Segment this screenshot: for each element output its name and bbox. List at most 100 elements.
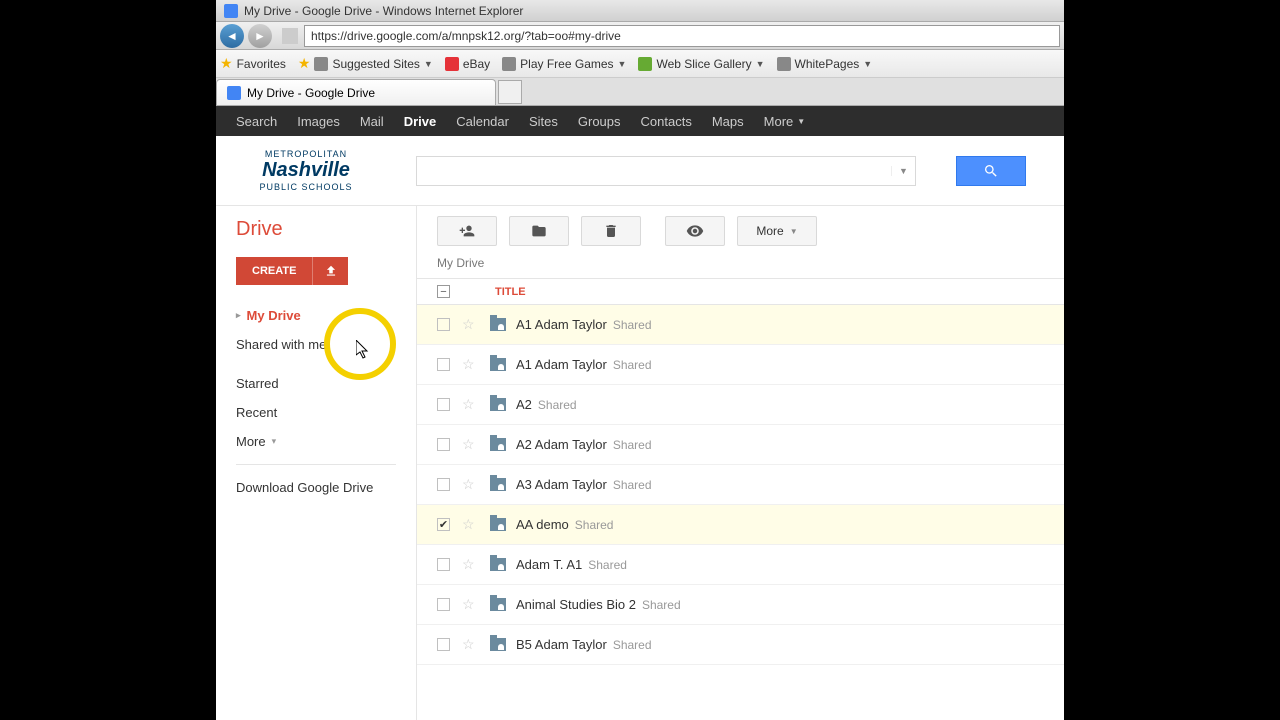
chevron-down-icon: ▼ [863,59,872,69]
chevron-down-icon: ▼ [797,117,805,126]
back-button[interactable]: ◄ [220,24,244,48]
url-field[interactable]: https://drive.google.com/a/mnpsk12.org/?… [304,25,1060,47]
shared-folder-icon [490,398,506,411]
row-checkbox[interactable] [437,518,450,531]
gnav-groups[interactable]: Groups [578,114,621,129]
file-row[interactable]: ☆ A2 Adam Taylor Shared [417,425,1064,465]
sidebar-item-shared-with-me[interactable]: Shared with me [216,330,416,359]
create-button[interactable]: CREATE [236,257,312,285]
tab-bar: My Drive - Google Drive [216,78,1064,106]
upload-button[interactable] [312,257,348,285]
shared-folder-icon [490,598,506,611]
row-checkbox[interactable] [437,638,450,651]
fav-web-slice[interactable]: Web Slice Gallery ▼ [638,57,764,71]
fav-play-free-games[interactable]: Play Free Games ▼ [502,57,626,71]
site-icon [777,57,791,71]
star-icon[interactable]: ☆ [462,396,476,413]
file-name: A1 Adam Taylor [516,317,607,332]
select-all-checkbox[interactable]: − [437,285,450,298]
drive-heading: Drive [216,218,416,257]
toolbar: More ▼ [417,206,1064,256]
favorites-button[interactable]: ★ Favorites [220,55,286,72]
file-row[interactable]: ☆AA demoShared [417,505,1064,545]
site-icon [638,57,652,71]
file-row[interactable]: ☆B5 Adam TaylorShared [417,625,1064,665]
gnav-calendar[interactable]: Calendar [456,114,509,129]
toolbar-more-button[interactable]: More ▼ [737,216,817,246]
star-icon[interactable]: ☆ [462,636,476,653]
file-name: A3 Adam Taylor [516,477,607,492]
row-checkbox[interactable] [437,398,450,411]
star-icon[interactable]: ☆ [462,476,476,493]
row-checkbox[interactable] [437,598,450,611]
delete-button[interactable] [581,216,641,246]
drive-icon [224,4,238,18]
gnav-images[interactable]: Images [297,114,340,129]
lock-icon [282,28,298,44]
sidebar: Drive CREATE ▸ My Drive Shared with me S… [216,206,416,720]
shared-label: Shared [613,438,652,452]
row-checkbox[interactable] [437,318,450,331]
file-name: A2 [516,397,532,412]
star-icon[interactable]: ☆ [462,596,476,613]
shared-label: Shared [588,558,627,572]
gnav-contacts[interactable]: Contacts [641,114,692,129]
file-row[interactable]: ☆ A3 Adam Taylor Shared [417,465,1064,505]
sidebar-item-my-drive[interactable]: ▸ My Drive [216,301,416,330]
sidebar-download-drive[interactable]: Download Google Drive [216,473,416,502]
row-checkbox[interactable] [437,358,450,371]
star-icon[interactable]: ☆ [462,556,476,573]
search-dropdown[interactable]: ▼ [891,166,915,176]
gnav-maps[interactable]: Maps [712,114,744,129]
shared-label: Shared [575,518,614,532]
gnav-more[interactable]: More ▼ [764,114,806,129]
row-checkbox[interactable] [437,558,450,571]
row-checkbox[interactable] [437,478,450,491]
chevron-down-icon: ▾ [272,436,277,447]
file-name: A2 Adam Taylor [516,437,607,452]
row-checkbox[interactable] [437,438,450,451]
tab-my-drive[interactable]: My Drive - Google Drive [216,79,496,105]
file-row[interactable]: ☆A2Shared [417,385,1064,425]
star-icon[interactable]: ☆ [462,516,476,533]
star-icon[interactable]: ☆ [462,356,476,373]
star-icon[interactable]: ☆ [462,436,476,453]
shared-label: Shared [613,478,652,492]
forward-button[interactable]: ► [248,24,272,48]
new-tab-button[interactable] [498,80,522,104]
sidebar-item-recent[interactable]: Recent [216,398,416,427]
gnav-drive[interactable]: Drive [404,114,437,129]
sidebar-item-more[interactable]: More ▾ [216,427,416,456]
preview-button[interactable] [665,216,725,246]
app-header: METROPOLITAN Nashville PUBLIC SCHOOLS ▼ [216,136,1064,206]
share-button[interactable] [437,216,497,246]
shared-folder-icon [490,318,506,331]
gnav-sites[interactable]: Sites [529,114,558,129]
file-row[interactable]: ☆A1 Adam TaylorShared [417,305,1064,345]
address-bar: ◄ ► https://drive.google.com/a/mnpsk12.o… [216,22,1064,50]
caret-right-icon: ▸ [236,310,241,321]
favorites-bar: ★ Favorites ★ Suggested Sites ▼ eBay Pla… [216,50,1064,78]
star-icon: ★ [298,55,311,72]
shared-label: Shared [642,598,681,612]
gnav-search[interactable]: Search [236,114,277,129]
sidebar-item-starred[interactable]: Starred [216,369,416,398]
file-row[interactable]: ☆ Animal Studies Bio 2 Shared [417,585,1064,625]
gnav-mail[interactable]: Mail [360,114,384,129]
star-icon[interactable]: ☆ [462,316,476,333]
column-title[interactable]: TITLE [495,286,526,298]
file-name: A1 Adam Taylor [516,357,607,372]
file-row[interactable]: ☆A1 Adam TaylorShared [417,345,1064,385]
fav-suggested-sites[interactable]: ★ Suggested Sites ▼ [298,55,433,72]
shared-folder-icon [490,438,506,451]
fav-ebay[interactable]: eBay [445,57,490,71]
shared-folder-icon [490,518,506,531]
move-to-button[interactable] [509,216,569,246]
file-row[interactable]: ☆Adam T. A1Shared [417,545,1064,585]
file-name: Animal Studies Bio 2 [516,597,636,612]
search-button[interactable] [956,156,1026,186]
fav-whitepages[interactable]: WhitePages ▼ [777,57,873,71]
breadcrumb: My Drive [417,256,1064,278]
chevron-down-icon: ▼ [618,59,627,69]
search-input[interactable]: ▼ [416,156,916,186]
